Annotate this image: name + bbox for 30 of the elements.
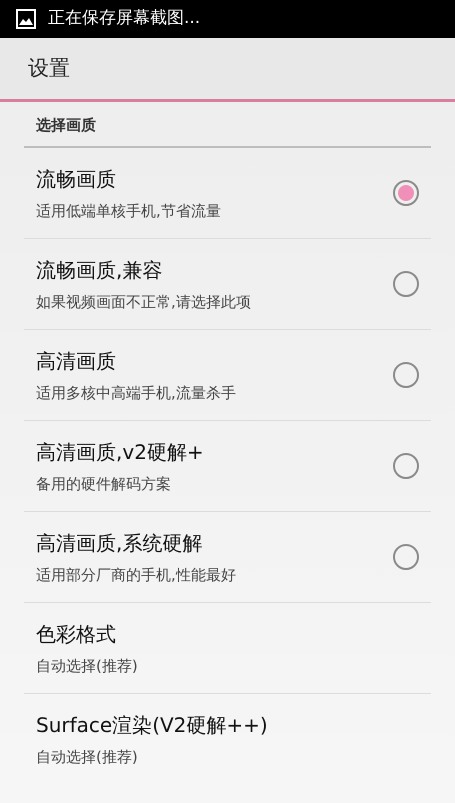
radio-button[interactable]: [393, 544, 419, 570]
preference-item[interactable]: 色彩格式 自动选择(推荐): [24, 603, 431, 694]
item-summary: 自动选择(推荐): [36, 747, 139, 768]
item-title: 色彩格式: [36, 620, 117, 648]
radio-button[interactable]: [393, 271, 419, 297]
radio-button[interactable]: [393, 453, 419, 479]
preference-item[interactable]: Surface渲染(V2硬解++) 自动选择(推荐): [24, 694, 431, 785]
preference-item[interactable]: 流畅画质 适用低端单核手机,节省流量: [24, 148, 431, 239]
item-summary: 备用的硬件解码方案: [36, 474, 172, 495]
image-icon: [16, 9, 36, 29]
section-title: 选择画质: [36, 114, 96, 136]
notification-text: 正在保存屏幕截图...: [48, 7, 200, 30]
item-title: 高清画质,系统硬解: [36, 530, 204, 557]
radio-button[interactable]: [393, 180, 419, 206]
item-summary: 自动选择(推荐): [36, 656, 139, 677]
page-title: 设置: [28, 54, 70, 82]
item-title: 高清画质,v2硬解+: [36, 438, 205, 466]
item-summary: 如果视频画面不正常,请选择此项: [36, 292, 252, 313]
item-summary: 适用多核中高端手机,流量杀手: [36, 382, 237, 404]
radio-button[interactable]: [393, 362, 419, 388]
item-summary: 适用低端单核手机,节省流量: [36, 200, 222, 222]
item-summary: 适用部分厂商的手机,性能最好: [36, 564, 237, 586]
item-title: 高清画质: [36, 348, 117, 375]
preference-item[interactable]: 高清画质,系统硬解 适用部分厂商的手机,性能最好: [24, 512, 431, 603]
preference-item[interactable]: 高清画质 适用多核中高端手机,流量杀手: [24, 330, 431, 421]
item-title: 流畅画质,兼容: [36, 256, 164, 284]
item-title: Surface渲染(V2硬解++): [36, 712, 269, 740]
preference-item[interactable]: 高清画质,v2硬解+ 备用的硬件解码方案: [24, 421, 431, 512]
item-title: 流畅画质: [36, 166, 117, 193]
preference-item[interactable]: 流畅画质,兼容 如果视频画面不正常,请选择此项: [24, 239, 431, 330]
